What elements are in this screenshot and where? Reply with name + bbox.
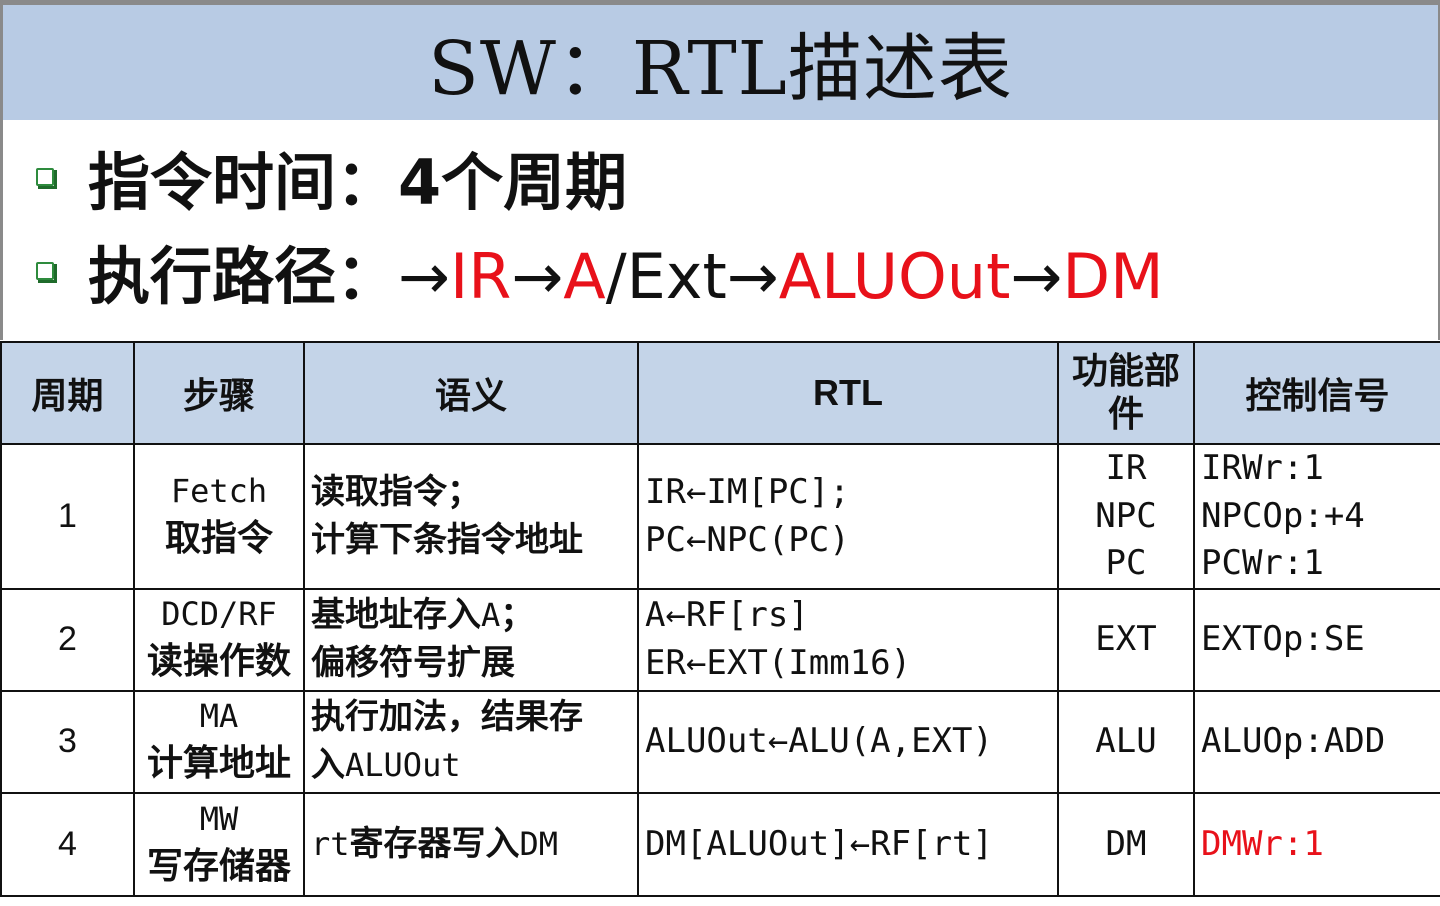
semantics-zh: 寄存器写入	[349, 823, 520, 864]
rtl-line: PC←NPC(PC)	[645, 519, 850, 560]
path-ext: /Ext	[605, 240, 727, 313]
unit-cell: ALU	[1057, 690, 1195, 794]
step-zh: 读操作数	[146, 641, 291, 683]
semantics-en: rt	[311, 824, 350, 863]
cycle-cell: 1	[0, 443, 135, 590]
step-en: MA	[199, 697, 239, 736]
step-en: DCD/RF	[161, 595, 277, 634]
semantics-line: 基地址存入A；	[311, 592, 637, 640]
header-cycle: 周期	[0, 341, 135, 445]
semantics-line: 计算下条指令地址	[311, 519, 583, 560]
step-en: Fetch	[170, 471, 268, 510]
step-en: MW	[199, 799, 239, 838]
table-row: 3 MA 计算地址 执行加法，结果存 入ALUOut ALUOut←ALU(A,…	[0, 690, 1440, 794]
slide-title: SW：RTL描述表	[428, 26, 1013, 112]
unit-cell: IR NPC PC	[1057, 443, 1195, 590]
arrow-right-icon: →	[511, 240, 564, 313]
unit-line: PC	[1105, 543, 1147, 584]
step-zh: 计算地址	[146, 743, 291, 785]
control-cell: IRWr:1 NPCOp:+4 PCWr:1	[1193, 443, 1440, 590]
step-cell: MA 计算地址	[133, 690, 305, 794]
path-ir: IR	[449, 240, 512, 313]
semantics-cell: 基地址存入A； 偏移符号扩展	[303, 588, 639, 692]
table-row: 1 Fetch 取指令 读取指令； 计算下条指令地址 IR←IM[PC]; PC…	[0, 443, 1440, 590]
semantics-punct: ；	[500, 595, 535, 636]
table-row: 4 MW 写存储器 rt寄存器写入DM DM[ALUOut]←RF[rt] DM…	[0, 792, 1440, 897]
path-aluout: ALUOut	[778, 240, 1011, 313]
semantics-zh: 入	[311, 745, 345, 785]
unit-line: IR	[1105, 448, 1147, 489]
semantics-line: 入ALUOut	[311, 742, 637, 790]
path-dm: DM	[1062, 240, 1164, 313]
semantics-cell: rt寄存器写入DM	[303, 792, 639, 897]
cycle-cell: 2	[0, 588, 135, 692]
bullet-text: 执行路径：→IR→A/Ext→ALUOut→DM	[88, 226, 1164, 316]
unit-cell: EXT	[1057, 588, 1195, 692]
step-cell: MW 写存储器	[133, 792, 305, 897]
semantics-en: A	[481, 596, 501, 635]
semantics-en: ALUOut	[345, 746, 461, 784]
bullet-checkbox-icon	[36, 168, 57, 189]
arrow-right-icon: →	[398, 240, 450, 313]
rtl-line: A←RF[rs]	[645, 595, 809, 636]
rtl-cell: ALUOut←ALU(A,EXT)	[637, 690, 1059, 794]
semantics-zh: 基地址存入	[311, 595, 481, 636]
table-row: 2 DCD/RF 读操作数 基地址存入A； 偏移符号扩展 A←RF[rs] ER…	[0, 588, 1440, 692]
control-line: IRWr:1	[1201, 448, 1324, 489]
semantics-cell: 执行加法，结果存 入ALUOut	[303, 690, 639, 794]
control-line: NPCOp:+4	[1201, 495, 1365, 536]
cycle-cell: 3	[0, 690, 135, 794]
path-label: 执行路径：	[88, 240, 399, 313]
header-control: 控制信号	[1193, 341, 1440, 445]
rtl-line: ER←EXT(Imm16)	[645, 643, 912, 683]
control-cell: ALUOp:ADD	[1193, 690, 1440, 794]
unit-cell: DM	[1057, 792, 1195, 897]
semantics-en: DM	[519, 824, 559, 863]
arrow-right-icon: →	[1010, 240, 1063, 313]
title-bar: SW：RTL描述表	[3, 5, 1438, 120]
step-zh: 写存储器	[146, 845, 291, 887]
header-rtl: RTL	[637, 341, 1059, 445]
semantics-cell: 读取指令； 计算下条指令地址	[303, 443, 639, 590]
step-zh: 取指令	[164, 517, 273, 559]
semantics-line: rt寄存器写入DM	[311, 821, 637, 869]
header-semantics: 语义	[303, 341, 639, 445]
arrow-right-icon: →	[726, 240, 779, 313]
control-cell: DMWr:1	[1193, 792, 1440, 897]
semantics-line: 偏移符号扩展	[311, 643, 515, 683]
unit-line: NPC	[1095, 495, 1157, 536]
rtl-table: 周期 步骤 语义 RTL 功能部件 控制信号 1 Fetch 取指令 读取指令；…	[0, 341, 1440, 897]
bullet-instruction-time: 指令时间：4个周期	[36, 132, 627, 222]
bullet-execution-path: 执行路径：→IR→A/Ext→ALUOut→DM	[36, 226, 1164, 316]
step-cell: Fetch 取指令	[133, 443, 305, 590]
rtl-cell: IR←IM[PC]; PC←NPC(PC)	[637, 443, 1059, 590]
semantics-line: 执行加法，结果存	[311, 697, 583, 738]
table-header-row: 周期 步骤 语义 RTL 功能部件 控制信号	[0, 341, 1440, 445]
header-unit: 功能部件	[1057, 341, 1195, 445]
rtl-cell: A←RF[rs] ER←EXT(Imm16)	[637, 588, 1059, 692]
semantics-line: 读取指令；	[311, 471, 481, 512]
rtl-cell: DM[ALUOut]←RF[rt]	[637, 792, 1059, 897]
rtl-line: IR←IM[PC];	[645, 471, 850, 512]
bullet-checkbox-icon	[36, 262, 57, 283]
control-cell: EXTOp:SE	[1193, 588, 1440, 692]
path-a: A	[563, 240, 606, 313]
header-step: 步骤	[133, 341, 305, 445]
bullet-text: 指令时间：4个周期	[88, 146, 628, 219]
control-line: PCWr:1	[1201, 543, 1324, 584]
step-cell: DCD/RF 读操作数	[133, 588, 305, 692]
cycle-cell: 4	[0, 792, 135, 897]
